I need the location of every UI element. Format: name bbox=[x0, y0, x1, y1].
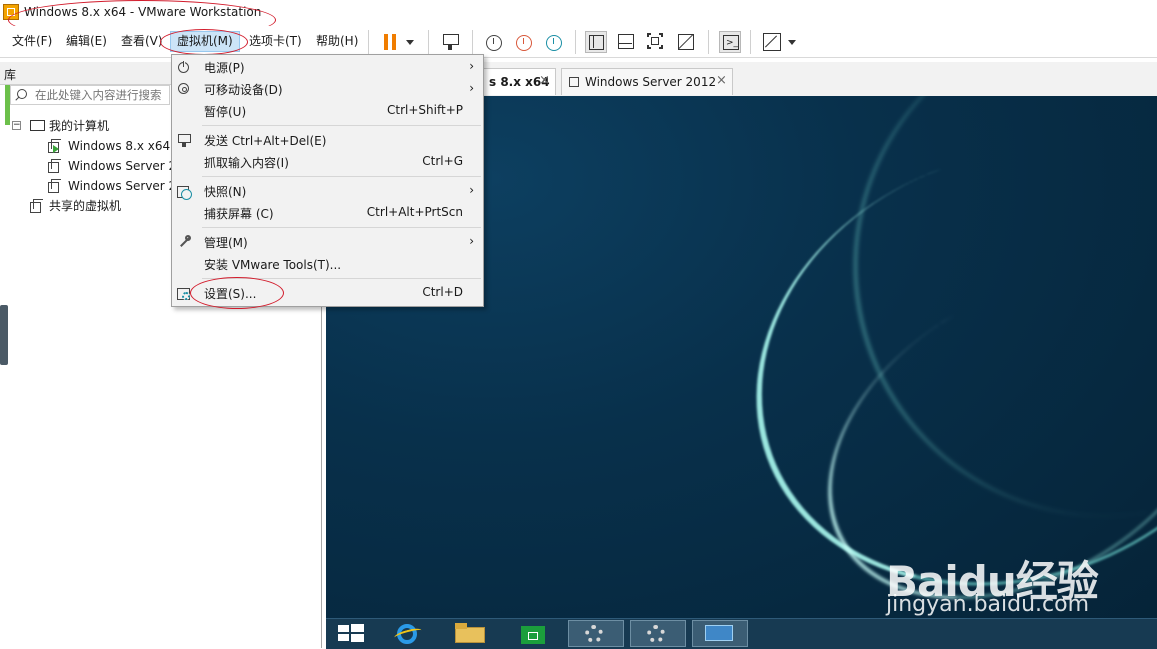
windows-start-icon[interactable] bbox=[338, 624, 364, 642]
stretch-icon[interactable] bbox=[761, 31, 783, 53]
menu-item-install-tools[interactable]: 安装 VMware Tools(T)... bbox=[172, 253, 483, 275]
console-icon[interactable]: >_ bbox=[719, 31, 741, 53]
tab-close-icon[interactable]: × bbox=[539, 73, 550, 88]
vm-tab-icon bbox=[569, 77, 579, 87]
menu-edit[interactable]: 编辑(E) bbox=[64, 33, 109, 49]
tab-server2012[interactable]: Windows Server 2012 × bbox=[561, 68, 733, 95]
tree-label-shared: 共享的虚拟机 bbox=[49, 199, 122, 213]
vm-icon bbox=[48, 179, 61, 193]
snapshot-icon bbox=[177, 184, 192, 200]
menu-item-removable-devices[interactable]: 可移动设备(D) › bbox=[172, 78, 483, 100]
send-cad-icon bbox=[177, 133, 191, 147]
gear-icon bbox=[585, 625, 603, 643]
file-explorer-icon[interactable] bbox=[453, 623, 487, 645]
library-search-input[interactable] bbox=[35, 87, 170, 103]
tab-server2012-label: Windows Server 2012 bbox=[585, 75, 717, 89]
tab-close-icon[interactable]: × bbox=[716, 73, 727, 88]
network-icon bbox=[705, 625, 733, 641]
tab-win8[interactable]: s 8.x x64 × bbox=[480, 68, 556, 95]
collapse-icon[interactable]: − bbox=[12, 121, 21, 130]
annotation-ellipse-menu bbox=[160, 29, 248, 55]
dropdown-icon[interactable] bbox=[402, 31, 418, 53]
menu-item-pause[interactable]: 暂停(U) Ctrl+Shift+P bbox=[172, 100, 483, 122]
thumbnail-view-icon[interactable] bbox=[615, 31, 637, 53]
tree-label-my-computer: 我的计算机 bbox=[49, 119, 110, 133]
menu-help[interactable]: 帮助(H) bbox=[314, 33, 360, 49]
menu-file[interactable]: 文件(F) bbox=[10, 33, 54, 49]
menu-item-capture-screen[interactable]: 捕获屏幕 (C) Ctrl+Alt+PrtScn bbox=[172, 202, 483, 224]
menu-separator bbox=[202, 125, 481, 126]
wrench-icon bbox=[177, 235, 191, 249]
baidu-watermark-url: jingyan.baidu.com bbox=[886, 592, 1090, 617]
menu-view[interactable]: 查看(V) bbox=[119, 33, 165, 49]
menu-item-manage[interactable]: 管理(M) › bbox=[172, 231, 483, 253]
power-icon bbox=[177, 60, 191, 74]
removable-device-icon bbox=[177, 82, 191, 96]
store-icon[interactable] bbox=[520, 623, 546, 645]
shared-vm-icon bbox=[30, 199, 43, 213]
submenu-arrow-icon: › bbox=[469, 81, 474, 95]
menu-item-power[interactable]: 电源(P) › bbox=[172, 56, 483, 78]
menu-separator bbox=[202, 227, 481, 228]
server-manager-taskbar-app[interactable] bbox=[568, 620, 624, 647]
tree-label-vm2: Windows Server 2 bbox=[68, 159, 177, 173]
menu-item-snapshot[interactable]: 快照(N) › bbox=[172, 180, 483, 202]
menu-item-send-cad[interactable]: 发送 Ctrl+Alt+Del(E) bbox=[172, 129, 483, 151]
library-search-box[interactable] bbox=[10, 85, 170, 105]
gear-icon bbox=[647, 625, 665, 643]
annotation-ellipse-settings bbox=[190, 277, 284, 309]
snapshot-manager-icon[interactable] bbox=[543, 31, 565, 53]
server-manager-taskbar-app-2[interactable] bbox=[630, 620, 686, 647]
library-view-icon[interactable] bbox=[585, 31, 607, 53]
remote-desktop-taskbar-app[interactable] bbox=[692, 620, 748, 647]
vm-menu-dropdown: 电源(P) › 可移动设备(D) › 暂停(U) Ctrl+Shift+P 发送… bbox=[171, 54, 484, 307]
send-cad-icon[interactable] bbox=[440, 31, 462, 53]
library-title: 库 bbox=[4, 68, 17, 82]
menu-separator bbox=[202, 176, 481, 177]
internet-explorer-icon[interactable] bbox=[393, 622, 423, 646]
submenu-arrow-icon: › bbox=[469, 183, 474, 197]
tree-label-vm3: Windows Server 2 bbox=[68, 179, 177, 193]
fullscreen-icon[interactable] bbox=[645, 31, 667, 53]
menu-tabs[interactable]: 选项卡(T) bbox=[247, 33, 304, 49]
submenu-arrow-icon: › bbox=[469, 234, 474, 248]
revert-snapshot-icon[interactable] bbox=[513, 31, 535, 53]
side-handle[interactable] bbox=[0, 305, 8, 365]
menu-item-grab-input[interactable]: 抓取输入内容(I) Ctrl+G bbox=[172, 151, 483, 173]
snapshot-icon[interactable] bbox=[483, 31, 505, 53]
stretch-dropdown-icon[interactable] bbox=[785, 31, 799, 53]
submenu-arrow-icon: › bbox=[469, 59, 474, 73]
settings-icon bbox=[177, 286, 191, 300]
tree-label-vm1: Windows 8.x x64 bbox=[68, 139, 171, 153]
vm-icon bbox=[48, 159, 61, 173]
pause-icon[interactable] bbox=[380, 31, 402, 53]
unity-icon[interactable] bbox=[675, 31, 697, 53]
